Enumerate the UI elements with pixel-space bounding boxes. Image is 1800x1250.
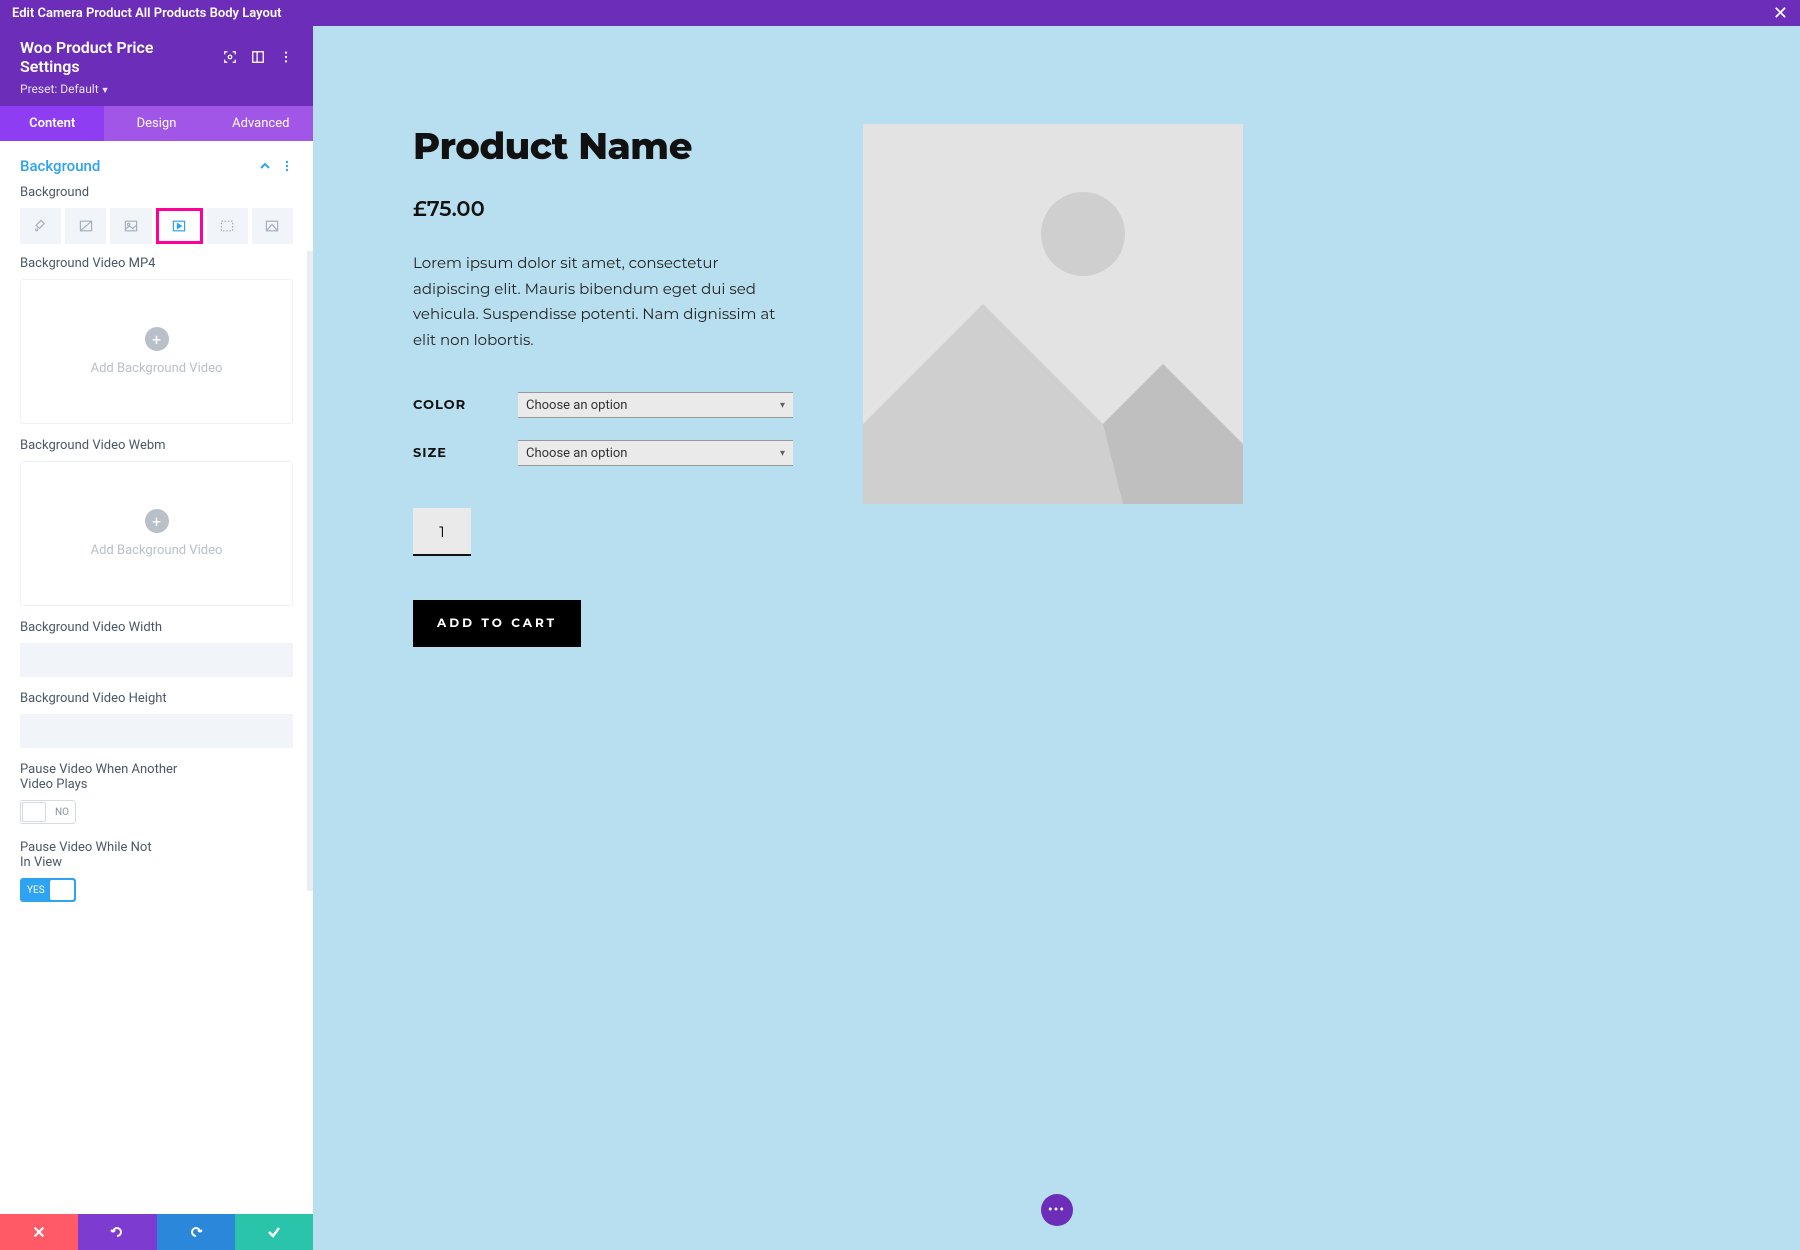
redo-button[interactable]	[157, 1214, 235, 1250]
color-select[interactable]: Choose an option ▾	[518, 392, 793, 418]
height-label: Background Video Height	[0, 691, 313, 714]
undo-button[interactable]	[78, 1214, 156, 1250]
kebab-icon[interactable]	[279, 50, 293, 64]
add-to-cart-button[interactable]: ADD TO CART	[413, 600, 581, 647]
mp4-label: Background Video MP4	[0, 256, 313, 279]
bg-tab-pattern[interactable]	[207, 208, 248, 244]
breadcrumb: Edit Camera Product All Products Body La…	[12, 6, 281, 21]
size-select-value: Choose an option	[526, 446, 627, 461]
product-price: £75.00	[413, 197, 793, 222]
toggle-off-text: NO	[55, 807, 69, 818]
quantity-input[interactable]	[413, 508, 471, 556]
chevron-down-icon: ▾	[780, 448, 785, 459]
width-label: Background Video Width	[0, 620, 313, 643]
bg-tab-color[interactable]	[20, 208, 61, 244]
save-button[interactable]	[235, 1214, 313, 1250]
canvas-fab[interactable]: •••	[1041, 1194, 1073, 1226]
bg-tab-mask[interactable]	[252, 208, 293, 244]
width-input[interactable]	[20, 643, 293, 677]
height-input[interactable]	[20, 714, 293, 748]
toggle-on-text: YES	[27, 885, 45, 896]
webm-dropzone[interactable]: + Add Background Video	[20, 461, 293, 606]
mp4-dropzone[interactable]: + Add Background Video	[20, 279, 293, 424]
pause-another-label: Pause Video When Another Video Plays	[0, 762, 200, 800]
preset-selector[interactable]: Preset: Default▼	[20, 82, 293, 96]
product-image-placeholder	[863, 124, 1243, 504]
pause-another-toggle[interactable]: NO	[20, 800, 76, 824]
preset-label: Preset: Default	[20, 82, 99, 96]
section-title: Background	[20, 157, 100, 175]
tab-design[interactable]: Design	[104, 106, 208, 141]
bg-tab-image[interactable]	[110, 208, 151, 244]
plus-icon[interactable]: +	[145, 327, 169, 351]
bg-tab-gradient[interactable]	[65, 208, 106, 244]
mp4-drop-text: Add Background Video	[91, 361, 223, 376]
settings-title: Woo Product Price Settings	[20, 38, 209, 76]
cancel-button[interactable]	[0, 1214, 78, 1250]
bg-tab-video[interactable]	[156, 208, 203, 244]
background-label: Background	[0, 185, 313, 208]
product-title: Product Name	[413, 124, 793, 169]
collapse-icon[interactable]	[259, 160, 271, 172]
panel-icon[interactable]	[251, 50, 265, 64]
color-label: COLOR	[413, 397, 518, 413]
close-icon[interactable]: ✕	[1773, 3, 1788, 24]
product-description: Lorem ipsum dolor sit amet, consectetur …	[413, 250, 793, 352]
section-menu-icon[interactable]	[281, 160, 293, 172]
tab-advanced[interactable]: Advanced	[209, 106, 313, 141]
pause-view-label: Pause Video While Not In View	[0, 840, 180, 878]
scan-icon[interactable]	[223, 50, 237, 64]
size-label: SIZE	[413, 445, 518, 461]
pause-view-toggle[interactable]: YES	[20, 878, 76, 902]
tab-content[interactable]: Content	[0, 106, 104, 141]
color-select-value: Choose an option	[526, 398, 627, 413]
webm-drop-text: Add Background Video	[91, 543, 223, 558]
plus-icon[interactable]: +	[145, 509, 169, 533]
chevron-down-icon: ▾	[780, 400, 785, 411]
size-select[interactable]: Choose an option ▾	[518, 440, 793, 466]
webm-label: Background Video Webm	[0, 438, 313, 461]
